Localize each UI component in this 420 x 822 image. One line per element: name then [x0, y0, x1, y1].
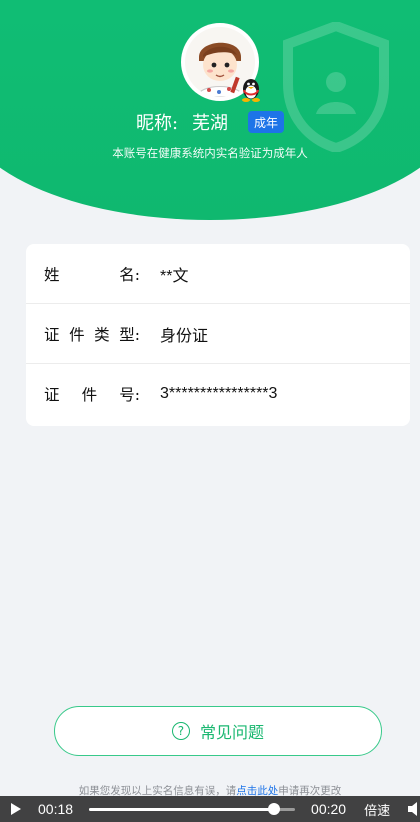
progress-fill: [89, 807, 275, 811]
play-button[interactable]: [2, 796, 30, 822]
label-char: 名:: [119, 265, 140, 284]
faq-button[interactable]: ? 常见问题: [54, 706, 382, 756]
duration: 00:20: [311, 801, 347, 817]
current-time: 00:18: [38, 801, 74, 817]
info-label-name: 姓 名:: [44, 263, 144, 285]
info-row-id-number: 证 件 号: 3****************3: [26, 364, 410, 424]
nickname-row: 昵称: 芜湖 成年: [0, 110, 420, 134]
qq-penguin-icon: [242, 79, 260, 102]
help-circle-icon: ?: [171, 722, 190, 740]
info-row-name: 姓 名: **文: [26, 244, 410, 304]
info-label-id-number: 证 件 号:: [44, 383, 144, 405]
nickname-value: 芜湖: [192, 113, 229, 134]
real-name-info-card: 姓 名: **文 证 件 类 型: 身份证 证 件 号: 3**********…: [26, 244, 410, 426]
nickname-label: 昵称:: [135, 113, 179, 134]
label-char: 证: [44, 325, 60, 344]
video-control-bar: 00:18 00:20 倍速: [0, 796, 420, 822]
label-char: 型:: [119, 325, 140, 344]
label-char: 姓: [44, 265, 60, 284]
info-value-id-number: 3****************3: [160, 385, 278, 402]
label-char: 类: [94, 325, 110, 344]
label-char: 证: [44, 386, 60, 404]
label-char: 件: [69, 325, 85, 344]
label-char: 件: [81, 386, 98, 404]
playback-speed-button[interactable]: 倍速: [364, 800, 390, 819]
faq-label: 常见问题: [199, 723, 264, 742]
play-icon: [11, 803, 21, 815]
info-value-id-type: 身份证: [160, 327, 209, 345]
info-label-id-type: 证 件 类 型:: [44, 323, 144, 345]
profile-header: 昵称: 芜湖 成年 本账号在健康系统内实名验证为成年人: [0, 0, 420, 220]
adult-badge: 成年: [248, 111, 285, 133]
progress-track[interactable]: [89, 802, 296, 815]
volume-icon[interactable]: [408, 802, 420, 816]
info-value-name: **文: [160, 267, 189, 285]
verification-note: 本账号在健康系统内实名验证为成年人: [112, 146, 308, 160]
info-row-id-type: 证 件 类 型: 身份证: [26, 304, 410, 364]
label-char: 号:: [119, 386, 140, 404]
progress-thumb[interactable]: [268, 802, 281, 815]
